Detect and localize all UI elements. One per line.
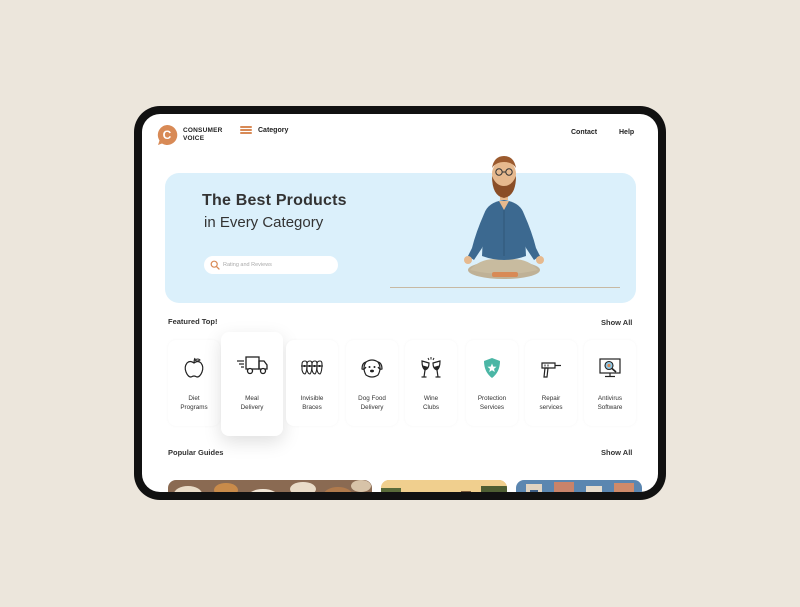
- featured-show-all-link[interactable]: Show All: [601, 318, 632, 327]
- consumer-voice-logo-icon[interactable]: C: [156, 124, 178, 146]
- guides-show-all-link[interactable]: Show All: [601, 448, 632, 457]
- guide-card-food-table-photo[interactable]: [168, 480, 372, 492]
- search-bar[interactable]: [204, 256, 338, 274]
- header: C CONSUMER VOICE Category Contact Help: [142, 114, 658, 154]
- screen: C CONSUMER VOICE Category Contact Help T…: [142, 114, 658, 492]
- nav-help[interactable]: Help: [619, 129, 634, 136]
- category-label: Diet Programs: [180, 395, 208, 411]
- apple-icon: [184, 357, 204, 378]
- category-label: Antivirus Software: [597, 395, 623, 411]
- tablet-frame: C CONSUMER VOICE Category Contact Help T…: [134, 106, 666, 500]
- category-dog-food-delivery[interactable]: Dog Food Delivery: [346, 340, 398, 426]
- category-wine-clubs[interactable]: Wine Clubs: [405, 340, 457, 426]
- category-invisible-braces[interactable]: Invisible Braces: [286, 340, 338, 426]
- hero-title: The Best Products: [202, 192, 347, 209]
- nav-contact[interactable]: Contact: [571, 129, 597, 136]
- category-label: Wine Clubs: [422, 395, 440, 411]
- delivery-truck-icon: [237, 356, 268, 375]
- category-label: Meal Delivery: [240, 395, 264, 411]
- brand-line-2: VOICE: [183, 134, 205, 142]
- guide-card-city-street-photo[interactable]: [381, 480, 507, 492]
- category-label: Protection Services: [477, 395, 507, 411]
- search-icon: [210, 260, 220, 270]
- category-meal-delivery[interactable]: Meal Delivery: [221, 332, 283, 436]
- svg-text:C: C: [163, 128, 172, 142]
- braces-icon: [301, 360, 323, 375]
- featured-title: Featured Top!: [168, 317, 218, 326]
- meditating-man-illustration: [464, 156, 544, 279]
- floor-line: [390, 287, 620, 288]
- category-protection-services[interactable]: Protection Services: [466, 340, 518, 426]
- antivirus-monitor-icon: [599, 358, 621, 378]
- brand-name[interactable]: CONSUMER VOICE: [183, 127, 223, 142]
- wine-glasses-icon: [421, 357, 441, 378]
- category-label: Dog Food Delivery: [358, 395, 386, 411]
- category-label: Invisible Braces: [300, 395, 324, 411]
- category-repair-services[interactable]: Repair services: [525, 340, 577, 426]
- category-label: Repair services: [539, 395, 563, 411]
- hamburger-icon: [240, 126, 252, 134]
- category-antivirus-software[interactable]: Antivirus Software: [584, 340, 636, 426]
- featured-categories: Diet Programs Meal Delivery Invisible Br…: [168, 332, 638, 436]
- search-input[interactable]: [223, 262, 333, 268]
- category-label: Category: [258, 126, 289, 134]
- category-menu-button[interactable]: Category: [240, 126, 288, 134]
- shield-star-icon: [484, 358, 500, 378]
- dog-icon: [361, 359, 383, 378]
- category-diet-programs[interactable]: Diet Programs: [168, 340, 220, 426]
- drill-icon: [541, 362, 561, 378]
- hero-subtitle: in Every Category: [204, 214, 324, 231]
- brand-line-1: CONSUMER: [183, 127, 223, 134]
- hero-banner: The Best Products in Every Category: [165, 173, 636, 303]
- guides-title: Popular Guides: [168, 448, 224, 457]
- guide-card-building-facade-photo[interactable]: [516, 480, 642, 492]
